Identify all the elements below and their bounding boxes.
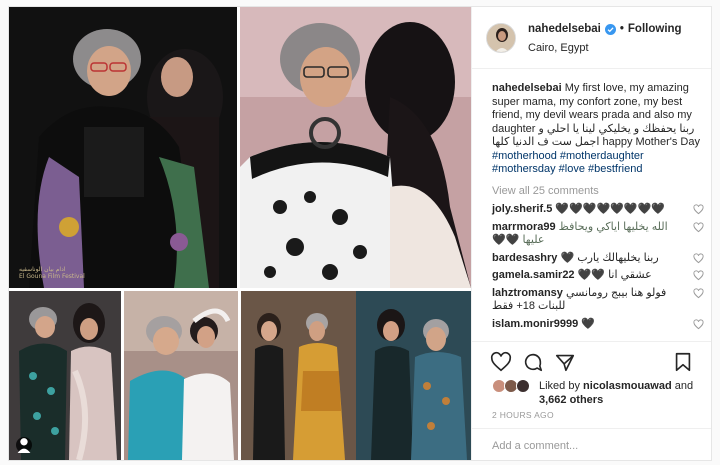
share-icon[interactable] xyxy=(554,351,576,373)
comment-like-heart-icon[interactable] xyxy=(693,204,704,215)
post-image[interactable]: ادام بيان الوناسفيه El Gouna Film Festiv… xyxy=(9,7,471,460)
location-link[interactable]: Cairo, Egypt xyxy=(528,42,589,54)
likes-and: and xyxy=(674,380,694,392)
comment-like-heart-icon[interactable] xyxy=(693,252,704,264)
comment-text: عشقي انا 🖤🖤 xyxy=(577,269,652,281)
comments-list: joly.sherif.5 🖤🖤🖤🖤🖤🖤🖤🖤 marrmora99 الله ي… xyxy=(492,203,704,335)
comment-like-heart-icon[interactable] xyxy=(693,270,704,281)
post-timestamp[interactable]: 2 HOURS AGO xyxy=(492,410,554,420)
view-all-comments-link[interactable]: View all 25 comments xyxy=(492,185,599,197)
separator-dot: • xyxy=(619,23,624,35)
comment-item: gamela.samir22 عشقي انا 🖤🖤 xyxy=(492,269,704,283)
comment-item: marrmora99 الله يخليها اياكي ويحافظ عليه… xyxy=(492,221,704,248)
comment-like-heart-icon[interactable] xyxy=(693,287,704,299)
collage-photo-1: ادام بيان الوناسفيه El Gouna Film Festiv… xyxy=(9,7,237,288)
likes-count-link[interactable]: 3,662 others xyxy=(539,394,603,406)
following-button[interactable]: Following xyxy=(628,23,682,35)
festival-watermark: ادام بيان الوناسفيه El Gouna Film Festiv… xyxy=(19,266,85,280)
post-caption: nahedelsebai My first love, my amazing s… xyxy=(492,82,704,177)
comment-like-heart-icon[interactable] xyxy=(693,221,704,233)
username-row: nahedelsebai • Following xyxy=(528,23,682,35)
liker-avatars[interactable] xyxy=(492,379,536,393)
liker-username-link[interactable]: nicolasmouawad xyxy=(583,380,672,392)
comment-item: islam.monir9999 🖤 xyxy=(492,318,704,332)
avatar[interactable] xyxy=(486,23,516,53)
post-header: nahedelsebai • Following Cairo, Egypt xyxy=(472,7,711,69)
comment-username[interactable]: bardesashry xyxy=(492,252,557,264)
comment-bubble-icon[interactable] xyxy=(522,351,544,373)
collage-photo-2 xyxy=(240,7,471,288)
liker-avatar xyxy=(516,379,530,393)
caption-author[interactable]: nahedelsebai xyxy=(492,82,562,94)
comment-text: 🖤🖤🖤🖤🖤🖤🖤🖤 xyxy=(555,203,665,215)
caption-text-end: happy Mother's Day xyxy=(602,136,700,148)
comment-like-heart-icon[interactable] xyxy=(693,318,704,330)
heart-icon[interactable] xyxy=(490,351,512,373)
comment-item: bardesashry ربنا يخليهالك يارب 🖤 xyxy=(492,252,704,266)
hashtag-link[interactable]: #mothersday xyxy=(492,163,556,175)
hashtag-link[interactable]: #motherdaughter xyxy=(560,150,644,162)
comment-username[interactable]: islam.monir9999 xyxy=(492,318,578,330)
bookmark-icon[interactable] xyxy=(672,351,694,373)
user-tag-icon[interactable] xyxy=(16,437,32,453)
comment-username[interactable]: lahztromansy xyxy=(492,287,563,299)
add-comment-input[interactable] xyxy=(490,437,694,455)
comment-item: joly.sherif.5 🖤🖤🖤🖤🖤🖤🖤🖤 xyxy=(492,203,704,217)
collage-photo-4 xyxy=(124,291,238,460)
comment-text: ربنا يخليهالك يارب 🖤 xyxy=(560,251,659,264)
likes-summary: Liked by nicolasmouawad and 3,662 others xyxy=(492,379,702,407)
comment-username[interactable]: gamela.samir22 xyxy=(492,269,575,281)
comment-username[interactable]: joly.sherif.5 xyxy=(492,203,552,215)
collage-photo-5 xyxy=(241,291,471,460)
comment-item: lahztromansy فولو هنا بيبج رومانسي للبنا… xyxy=(492,287,704,314)
instagram-post: ادام بيان الوناسفيه El Gouna Film Festiv… xyxy=(8,6,712,461)
comment-text: 🖤 xyxy=(581,317,595,330)
hashtag-link[interactable]: #love xyxy=(559,163,585,175)
hashtag-link[interactable]: #bestfriend xyxy=(588,163,642,175)
comment-username[interactable]: marrmora99 xyxy=(492,221,556,233)
verified-badge-icon xyxy=(604,23,616,35)
collage-photo-3 xyxy=(9,291,121,460)
add-comment-bar xyxy=(472,428,711,460)
likes-prefix: Liked by xyxy=(539,380,580,392)
post-side-panel: nahedelsebai • Following Cairo, Egypt na… xyxy=(471,7,711,460)
hashtag-link[interactable]: #motherhood xyxy=(492,150,557,162)
post-actions-bar xyxy=(472,341,711,381)
username-link[interactable]: nahedelsebai xyxy=(528,23,601,35)
